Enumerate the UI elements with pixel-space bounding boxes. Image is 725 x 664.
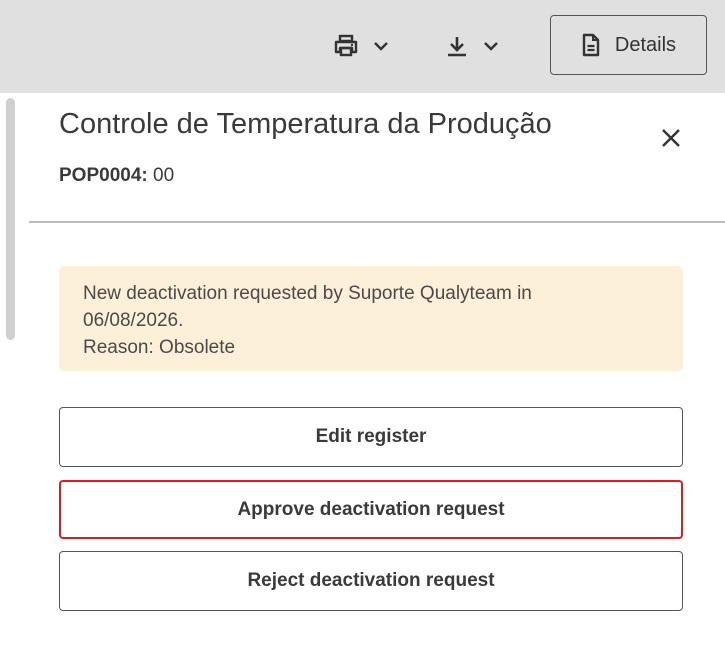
download-menu-button[interactable] [445,28,499,64]
details-label: Details [614,33,677,56]
edit-register-button[interactable]: Edit register [59,407,683,467]
document-icon [582,33,600,57]
close-icon [662,129,680,147]
reject-deactivation-button[interactable]: Reject deactivation request [59,551,683,611]
approve-deactivation-button[interactable]: Approve deactivation request [59,480,683,539]
notice-line: New deactivation requested by Suporte Qu… [83,283,532,304]
document-code-label: POP0004: [59,165,148,186]
download-icon [448,37,466,57]
document-revision: 00 [153,165,175,186]
close-button[interactable] [659,126,683,150]
notice-reason: Reason: Obsolete [83,337,236,358]
deactivation-notice: New deactivation requested by Suporte Qu… [59,266,683,371]
notice-date: 06/08/2026. [83,310,184,331]
details-button[interactable]: Details [550,15,707,75]
page-title: Controle de Temperatura da Produção [59,108,552,140]
scrollbar-thumb[interactable] [6,98,15,340]
document-code: POP0004: 00 [59,165,174,187]
print-icon [334,34,358,57]
divider [29,221,725,223]
chevron-down-icon [374,42,388,51]
chevron-down-icon [484,42,498,51]
print-menu-button[interactable] [333,28,389,64]
top-toolbar: Details [0,0,725,93]
